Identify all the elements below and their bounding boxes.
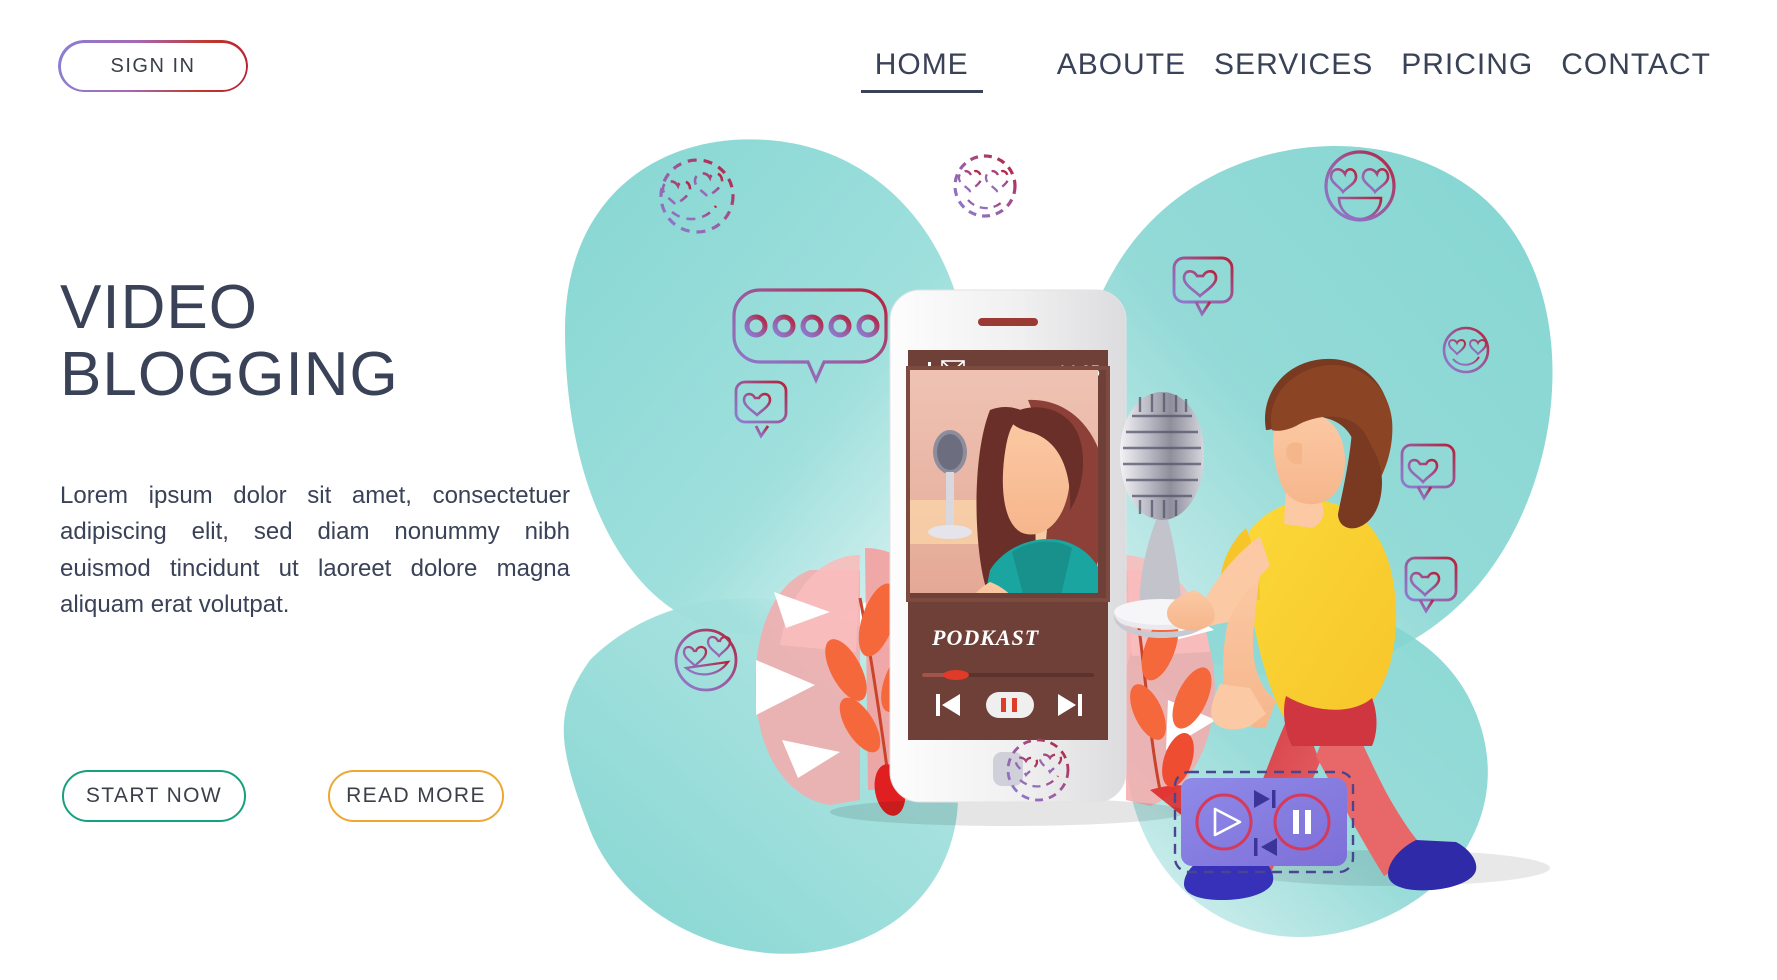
read-more-button[interactable]: READ MORE — [328, 770, 504, 822]
nav-item-pricing[interactable]: PRICING — [1387, 48, 1547, 82]
page-title-line-2: BLOGGING — [60, 339, 399, 409]
heart-eyes-smiley-dashed-icon-2 — [953, 154, 1017, 218]
sign-in-label: SIGN IN — [110, 54, 196, 77]
landing-page: SIGN IN HOME ABOUTE SERVICES PRICING CON… — [0, 0, 1777, 980]
phone-earpiece — [978, 318, 1038, 326]
player-title: PODKAST — [931, 625, 1040, 650]
cta-button-row: START NOW READ MORE — [62, 770, 504, 822]
page-title-line-1: VIDEO — [60, 273, 258, 342]
nav-item-contact[interactable]: CONTACT — [1547, 48, 1725, 82]
hero-illustration: 14:25 — [560, 100, 1777, 980]
pause-button[interactable] — [986, 692, 1034, 718]
main-navigation: HOME ABOUTE SERVICES PRICING CONTACT — [860, 48, 1725, 93]
nav-item-services[interactable]: SERVICES — [1200, 48, 1387, 82]
nav-item-home[interactable]: HOME — [860, 48, 983, 93]
hero-paragraph: Lorem ipsum dolor sit amet, consectetuer… — [60, 482, 570, 619]
start-now-button[interactable]: START NOW — [62, 770, 246, 822]
sign-in-button[interactable]: SIGN IN — [58, 40, 248, 92]
phone-home-button — [993, 752, 1023, 786]
page-title: VIDEO BLOGGING — [60, 273, 399, 409]
nav-item-aboute[interactable]: ABOUTE — [1043, 48, 1200, 82]
media-control-panel — [1173, 770, 1355, 874]
phone-mockup: 14:25 — [889, 289, 1127, 803]
player-controls — [936, 692, 1082, 718]
